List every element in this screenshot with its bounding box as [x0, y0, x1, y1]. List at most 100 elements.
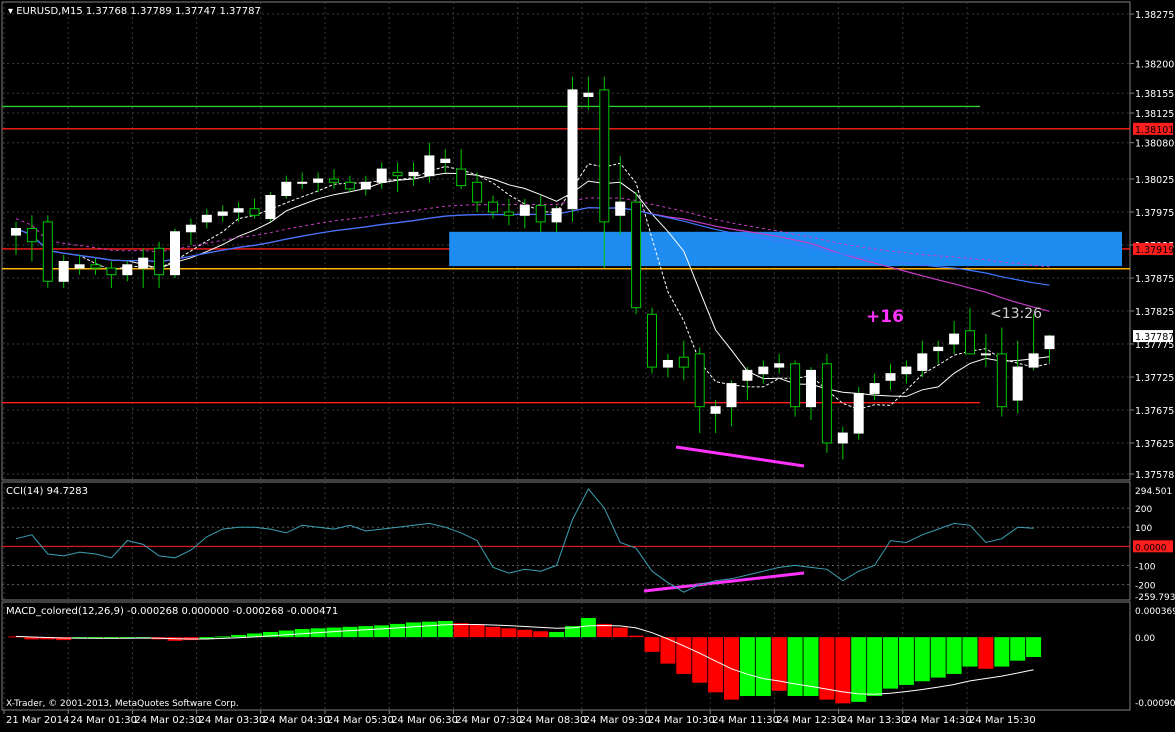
- macd-bar: [454, 623, 469, 637]
- candle-body-bull: [12, 228, 21, 235]
- macd-bar: [613, 628, 628, 638]
- candle-body-bear: [250, 209, 259, 216]
- macd-label: MACD_colored(12,26,9) -0.000268 0.000000…: [6, 606, 338, 617]
- macd-bar: [931, 637, 946, 677]
- candle-body-bull: [441, 159, 450, 162]
- candle-body-bull: [202, 215, 211, 222]
- x-tick-label: 24 Mar 05:30: [327, 715, 394, 726]
- candle-body-bull: [409, 172, 418, 175]
- x-tick-label: 24 Mar 04:30: [263, 715, 330, 726]
- candle-body-bear: [155, 248, 164, 274]
- x-tick-label: 24 Mar 01:30: [70, 715, 137, 726]
- candle-body-bear: [695, 354, 704, 407]
- macd-bar: [994, 637, 1009, 666]
- macd-bar: [470, 625, 485, 638]
- candle-body-bull: [568, 90, 577, 209]
- candle-body-bear: [330, 179, 339, 182]
- x-tick-label: 24 Mar 07:30: [455, 715, 522, 726]
- macd-bar: [390, 624, 405, 637]
- macd-axis-label: 0.00: [1135, 634, 1155, 644]
- candle-body-bull: [759, 367, 768, 374]
- candle-body-bear: [473, 182, 482, 202]
- macd-bar: [406, 622, 421, 637]
- x-tick-label: 24 Mar 15:30: [969, 715, 1036, 726]
- macd-bar: [342, 627, 357, 637]
- dropdown-arrow-icon: ▾: [8, 6, 16, 17]
- macd-bar: [438, 621, 453, 637]
- candle-body-bull: [234, 209, 243, 212]
- macd-bar: [358, 626, 373, 637]
- candle-body-bear: [107, 268, 116, 275]
- macd-bar: [788, 637, 803, 696]
- candle-body-bear: [345, 182, 354, 189]
- price-label: 1.37675: [1135, 406, 1174, 417]
- x-tick-label: 24 Mar 08:30: [520, 715, 587, 726]
- macd-bar: [740, 637, 755, 696]
- macd-bar: [772, 637, 787, 691]
- cci-axis-label: -200: [1135, 582, 1156, 592]
- candle-body-bull: [171, 232, 180, 275]
- candle-body-bull: [584, 93, 593, 96]
- candle-body-bear: [966, 331, 975, 354]
- candle-body-bull: [59, 261, 68, 281]
- candle-body-bull: [298, 182, 307, 183]
- candle-body-bull: [1013, 367, 1022, 400]
- copyright-label: X-Trader, © 2001-2013, MetaQuotes Softwa…: [6, 699, 239, 709]
- macd-bar: [215, 636, 230, 637]
- candle-body-bull: [950, 334, 959, 344]
- x-tick-label: 24 Mar 03:30: [199, 715, 266, 726]
- cci-axis-label: 0.0000: [1135, 543, 1167, 553]
- macd-indicator: 0.0003690.00-0.000909: [9, 607, 1175, 709]
- candle-body-bull: [377, 169, 386, 182]
- macd-bar: [867, 637, 882, 696]
- macd-bar: [835, 637, 850, 703]
- candle-body-bear: [43, 222, 52, 281]
- macd-bar: [486, 627, 501, 637]
- price-label: 1.38025: [1135, 175, 1174, 186]
- candle-body-bull: [981, 354, 990, 355]
- cci-axis-label: 100: [1135, 524, 1152, 534]
- candle-body-bull: [266, 195, 275, 218]
- candle-body-bull: [552, 209, 561, 222]
- macd-bar: [676, 637, 691, 674]
- candle-body-bull: [520, 205, 529, 215]
- candle-body-bear: [457, 169, 466, 185]
- price-label: 1.37825: [1135, 307, 1174, 318]
- candle-body-bull: [75, 265, 84, 268]
- price-label: 1.38080: [1135, 139, 1174, 150]
- price-label: 1.37975: [1135, 208, 1174, 219]
- chart-canvas[interactable]: 1.382751.382001.381551.381251.381011.380…: [0, 0, 1175, 728]
- cci-axis-label: -259.7935: [1135, 593, 1175, 603]
- mt4-chart-window[interactable]: 1.382751.382001.381551.381251.381011.380…: [0, 0, 1175, 728]
- candle-body-bull: [314, 179, 323, 182]
- x-tick-label: 24 Mar 14:30: [905, 715, 972, 726]
- candle-body-bull: [934, 347, 943, 350]
- macd-bar: [422, 622, 437, 637]
- price-label: 1.37625: [1135, 439, 1174, 450]
- macd-bar: [279, 631, 294, 638]
- ohlc-label: 1.37768 1.37789 1.37747 1.37787: [86, 6, 261, 17]
- candle-body-bull: [743, 370, 752, 380]
- price-axis: 1.382751.382001.381551.381251.381011.380…: [1130, 10, 1174, 481]
- macd-bar: [645, 637, 660, 652]
- chart-header: ▾ EURUSD,M15 1.37768 1.37789 1.37747 1.3…: [8, 6, 261, 17]
- candle-body-bear: [822, 364, 831, 443]
- candle-body-bull: [902, 367, 911, 374]
- price-label: 1.38125: [1135, 109, 1174, 120]
- price-label: 1.38200: [1135, 59, 1174, 70]
- price-label: 1.37919: [1135, 245, 1174, 256]
- candle-body-bull: [886, 374, 895, 381]
- cci-label: CCI(14) 94.7283: [6, 486, 88, 497]
- macd-axis-label: -0.000909: [1135, 699, 1175, 709]
- symbol-label: EURUSD,M15: [16, 6, 82, 17]
- candle-body-bull: [807, 370, 816, 406]
- macd-bar: [756, 637, 771, 696]
- macd-bar: [374, 625, 389, 637]
- candle-body-bull: [425, 156, 434, 176]
- candle-body-bear: [489, 202, 498, 212]
- candle-body-bear: [27, 228, 36, 241]
- macd-bar: [851, 637, 866, 702]
- price-divergence-line: [676, 447, 804, 466]
- x-tick-label: 24 Mar 06:30: [391, 715, 458, 726]
- macd-bar: [899, 637, 914, 685]
